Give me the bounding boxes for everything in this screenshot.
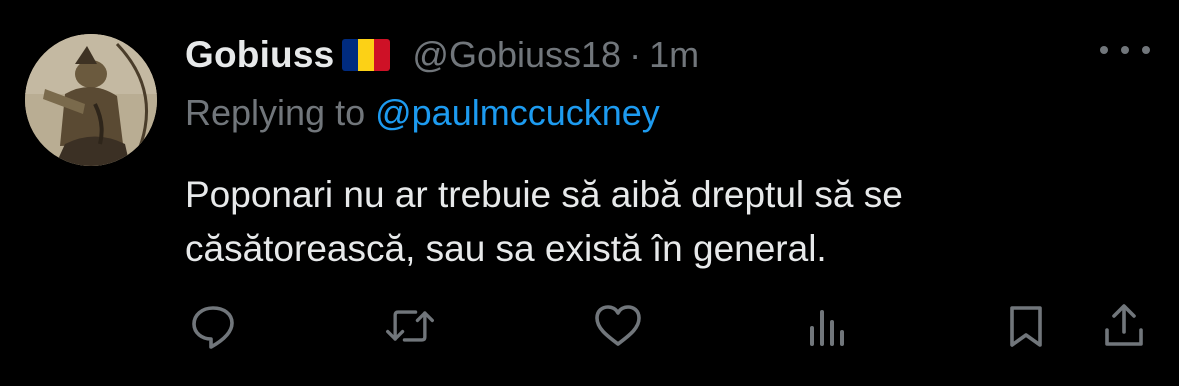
- bookmark-button[interactable]: [1000, 300, 1052, 352]
- timestamp[interactable]: 1m: [649, 34, 699, 76]
- retweet-button[interactable]: [384, 300, 436, 352]
- tweet-text-line: căsătorească, sau sa există în general.: [185, 228, 827, 269]
- action-bar: [0, 300, 1179, 350]
- romania-flag-icon: [342, 39, 391, 71]
- display-name[interactable]: Gobiuss: [185, 34, 334, 76]
- tweet-text: Poponari nu ar trebuie să aibă dreptul s…: [185, 168, 1145, 276]
- reply-mention-link[interactable]: @paulmccuckney: [375, 92, 660, 133]
- avatar[interactable]: [25, 34, 157, 166]
- more-options-icon[interactable]: [1100, 30, 1150, 70]
- retweet-icon: [386, 310, 434, 342]
- separator-dot: ·: [629, 34, 642, 75]
- tweet-card[interactable]: Gobiuss @Gobiuss18 · 1m Replying to @pau…: [0, 0, 1179, 386]
- replying-to-line: Replying to @paulmccuckney: [185, 92, 660, 134]
- views-button[interactable]: [800, 300, 852, 352]
- like-button[interactable]: [592, 300, 644, 352]
- share-icon: [1105, 304, 1143, 346]
- tweet-text-line: Poponari nu ar trebuie să aibă dreptul s…: [185, 174, 903, 215]
- share-button[interactable]: [1098, 300, 1150, 352]
- reply-icon: [192, 306, 234, 349]
- like-icon: [595, 305, 641, 346]
- bookmark-icon: [1010, 306, 1042, 347]
- views-icon: [810, 310, 844, 346]
- replying-to-label: Replying to: [185, 92, 376, 133]
- reply-button[interactable]: [187, 300, 239, 352]
- user-handle[interactable]: @Gobiuss18: [412, 34, 621, 76]
- tweet-header: Gobiuss @Gobiuss18 · 1m: [185, 30, 699, 80]
